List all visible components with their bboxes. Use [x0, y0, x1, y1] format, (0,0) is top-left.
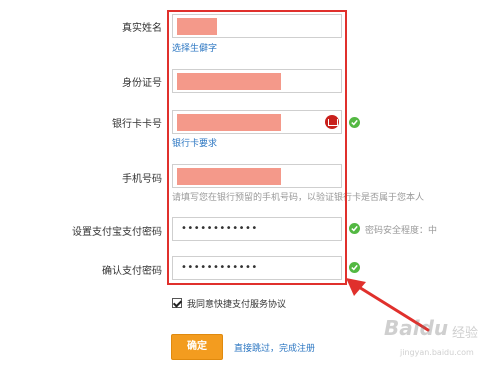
watermark-sub: 经验 [452, 326, 479, 341]
real-name-label: 真实姓名 [122, 23, 162, 34]
card-valid-check-icon [349, 117, 360, 128]
password-strength-text: 密码安全程度：中 [365, 226, 438, 236]
watermark-url: jingyan.baidu.com [400, 348, 474, 357]
phone-label: 手机号码 [122, 174, 162, 185]
confirm-button[interactable]: 确定 [171, 334, 223, 360]
bank-card-label: 银行卡卡号 [112, 119, 162, 130]
agreement-checkbox[interactable] [172, 298, 182, 308]
payment-password-label: 设置支付宝支付密码 [72, 227, 162, 238]
id-number-label: 身份证号 [122, 78, 162, 89]
agreement-text[interactable]: 我同意快捷支付服务协议 [187, 297, 286, 310]
watermark-brand: Baidu [384, 316, 449, 340]
baidu-watermark: Baidu 经验 jingyan.baidu.com [380, 312, 495, 368]
skip-register-link[interactable]: 直接跳过，完成注册 [234, 341, 315, 354]
highlight-frame [167, 10, 347, 285]
confirm-password-label: 确认支付密码 [102, 266, 162, 277]
password-valid-check-icon [349, 223, 360, 234]
